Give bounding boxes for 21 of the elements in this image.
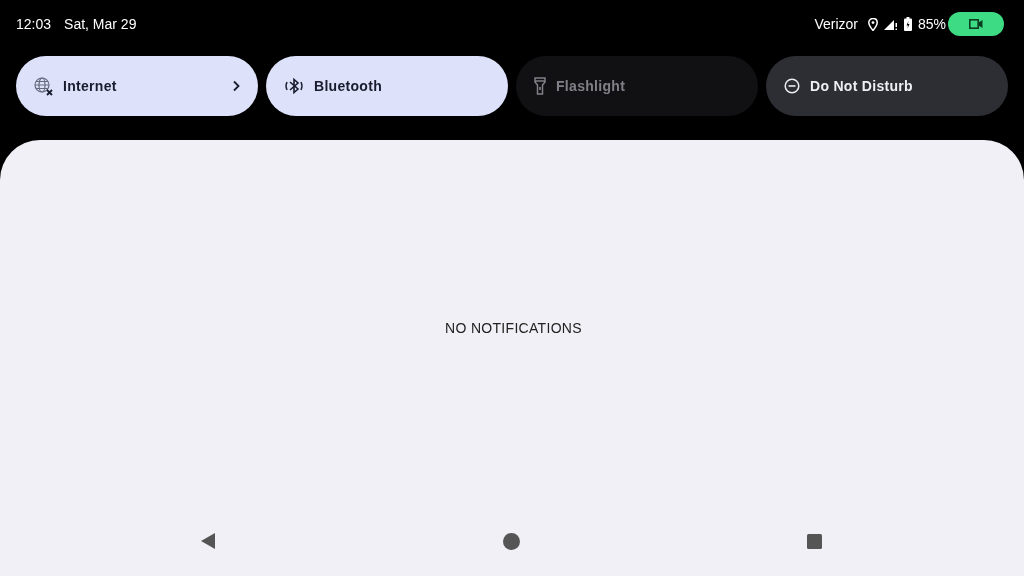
clock: 12:03	[16, 16, 52, 32]
back-icon[interactable]	[200, 533, 216, 549]
carrier-name: Verizor	[814, 16, 858, 32]
battery-percent: 85%	[917, 16, 946, 32]
camera-indicator[interactable]	[948, 12, 1004, 36]
empty-notifications-text: NO NOTIFICATIONS	[445, 320, 582, 336]
signal-icon	[883, 18, 898, 30]
video-camera-icon	[969, 19, 983, 29]
globe-icon	[34, 76, 53, 96]
recents-icon[interactable]	[807, 533, 822, 549]
chevron-right-icon	[232, 80, 240, 92]
quick-settings-tile[interactable]: Bluetooth	[266, 56, 508, 116]
quick-settings-tile[interactable]: Do Not Disturb	[766, 56, 1008, 116]
location-pin-icon	[867, 17, 878, 31]
quick-settings-tile[interactable]: Internet	[16, 56, 258, 116]
flashlight-icon	[534, 77, 546, 95]
battery-icon	[903, 17, 912, 31]
bluetooth-icon	[284, 77, 304, 95]
date: Sat, Mar 29	[64, 16, 137, 32]
home-icon[interactable]	[503, 532, 520, 550]
do-not-disturb-icon	[784, 78, 800, 94]
